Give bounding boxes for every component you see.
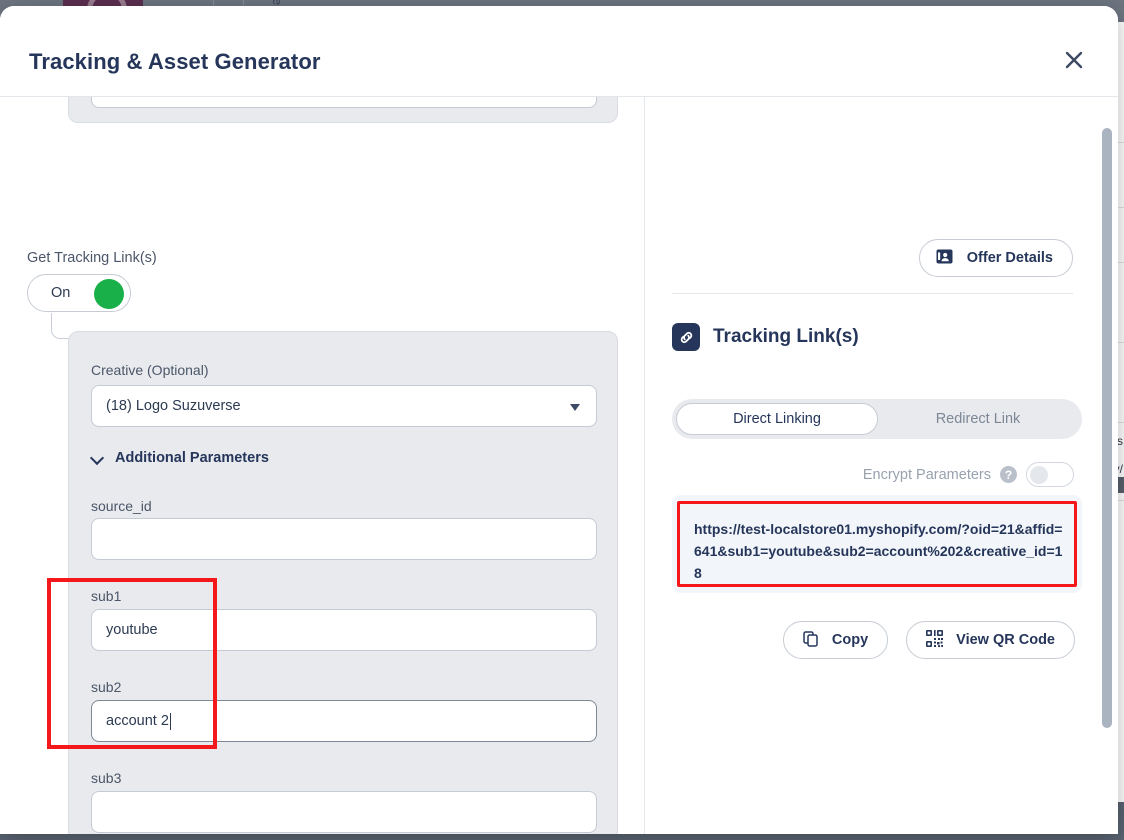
- encrypt-toggle-knob: [1030, 465, 1048, 484]
- tracking-links-title: Tracking Link(s): [713, 326, 859, 347]
- toggle-state-label: On: [51, 285, 71, 301]
- partial-scrolled-card: [68, 97, 618, 123]
- qr-code-icon: [926, 630, 944, 650]
- chevron-down-icon: [570, 404, 580, 411]
- backdrop-partial-text: e: [270, 0, 285, 6]
- modal-header: Tracking & Asset Generator: [0, 6, 1118, 97]
- tracking-links-header: Tracking Link(s): [672, 323, 859, 351]
- encrypt-parameters-label: Encrypt Parameters: [862, 466, 991, 483]
- text-cursor: [169, 712, 171, 730]
- page-title: Tracking & Asset Generator: [29, 49, 321, 74]
- field-label-sub3: sub3: [91, 770, 122, 786]
- modal-body: Get Tracking Link(s) On Creative (Option…: [0, 97, 1118, 834]
- creative-select[interactable]: (18) Logo Suzuverse: [91, 385, 597, 427]
- encrypt-parameters-toggle[interactable]: [1026, 462, 1074, 487]
- view-qr-code-label: View QR Code: [956, 632, 1055, 648]
- modal-vertical-scrollbar[interactable]: [1102, 128, 1112, 728]
- tracking-url-highlight-box: https://test-localstore01.myshopify.com/…: [677, 501, 1077, 587]
- source-id-input[interactable]: [91, 518, 597, 560]
- link-icon: [672, 323, 700, 351]
- right-output-pane: Offer Details Tracking Link(s) Direct Li…: [645, 97, 1118, 834]
- get-tracking-links-toggle[interactable]: On: [27, 274, 131, 312]
- sub2-input-value: account 2: [106, 713, 169, 729]
- contact-card-icon: [936, 249, 953, 267]
- copy-label: Copy: [831, 632, 869, 648]
- offer-details-button[interactable]: Offer Details: [918, 239, 1073, 277]
- view-qr-code-button[interactable]: View QR Code: [906, 621, 1075, 659]
- left-form-pane: Get Tracking Link(s) On Creative (Option…: [0, 97, 644, 834]
- sub1-input[interactable]: [91, 609, 597, 651]
- partial-scrolled-input[interactable]: [91, 97, 597, 108]
- link-actions: Copy View QR Code: [782, 621, 1075, 659]
- tab-redirect-link[interactable]: Redirect Link: [878, 403, 1078, 435]
- creative-label: Creative (Optional): [91, 362, 209, 378]
- question-mark-icon[interactable]: ?: [1000, 466, 1017, 483]
- encrypt-parameters-row: Encrypt Parameters ?: [863, 462, 1074, 487]
- get-tracking-links-label: Get Tracking Link(s): [27, 250, 157, 266]
- sub3-input[interactable]: [91, 791, 597, 833]
- copy-button[interactable]: Copy: [782, 621, 889, 659]
- field-label-sub2: sub2: [91, 679, 122, 695]
- close-icon[interactable]: [1057, 43, 1091, 77]
- creative-selected-value: (18) Logo Suzuverse: [106, 398, 241, 414]
- sub2-input[interactable]: account 2: [91, 700, 597, 742]
- toggle-knob: [94, 279, 124, 309]
- field-label-source-id: source_id: [91, 498, 152, 514]
- tracking-url-container: https://test-localstore01.myshopify.com/…: [672, 495, 1082, 593]
- section-divider: [672, 293, 1073, 294]
- offer-details-label: Offer Details: [966, 250, 1053, 266]
- tracking-url-text[interactable]: https://test-localstore01.myshopify.com/…: [694, 518, 1066, 584]
- field-label-sub1: sub1: [91, 588, 122, 604]
- additional-parameters-toggle[interactable]: Additional Parameters: [91, 450, 269, 466]
- chevron-down-icon: [91, 452, 104, 465]
- link-type-segmented-control: Direct Linking Redirect Link: [672, 399, 1082, 439]
- tab-direct-linking[interactable]: Direct Linking: [676, 403, 878, 435]
- tracking-asset-generator-modal: Tracking & Asset Generator Get Tracking …: [0, 6, 1118, 834]
- additional-parameters-label: Additional Parameters: [115, 450, 269, 466]
- copy-icon: [803, 630, 819, 650]
